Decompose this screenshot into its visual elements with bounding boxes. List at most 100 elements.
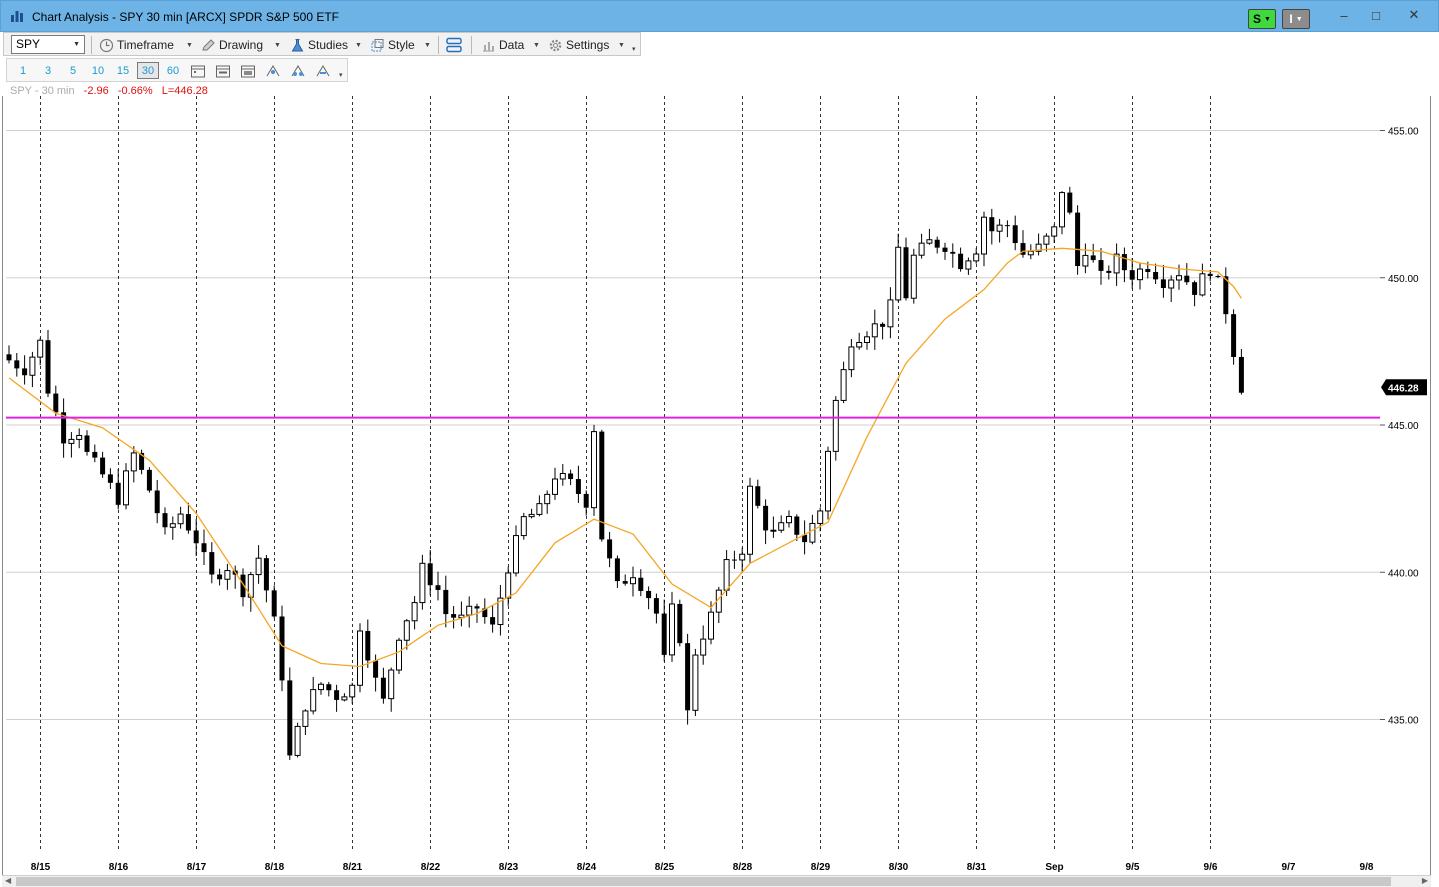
candle-body-up [692, 654, 699, 711]
scroll-right-icon[interactable]: ▶ [1422, 876, 1428, 885]
candle-body-up [559, 472, 566, 480]
bar-chart-icon [483, 41, 494, 51]
scroll-left-icon[interactable]: ◀ [5, 876, 11, 885]
price-axis: 455.00 450.00 445.00 440.00 435.00 [1380, 127, 1419, 727]
candle-body-down [575, 479, 581, 494]
range-chart-icon[interactable] [313, 62, 333, 79]
interval-15-button[interactable]: 15 [112, 62, 134, 79]
candle-body-down [1153, 271, 1159, 280]
candle-body-down [45, 340, 51, 394]
close-button[interactable]: ✕ [1399, 5, 1429, 25]
candle-body-down [568, 473, 574, 480]
candle-body-up [895, 246, 902, 301]
candle-body-down [1145, 269, 1151, 272]
candle-body-up [396, 639, 402, 671]
candle-body-down [614, 558, 620, 582]
scrollbar-thumb[interactable] [16, 877, 1391, 886]
minimize-button[interactable]: – [1329, 5, 1359, 25]
studies-menu[interactable]: Studies [290, 36, 348, 54]
candle-body-up [591, 431, 597, 509]
candle-body-down [84, 435, 90, 452]
date-tick-label: 8/25 [655, 862, 675, 873]
candle-body-down [1184, 275, 1190, 283]
interval-toolbar: 1 3 5 10 15 30 60 ▾ [6, 58, 348, 82]
candle-body-down [989, 217, 995, 232]
studies-label: Studies [308, 38, 349, 52]
candle-body-down [1098, 260, 1104, 271]
candle-body-up [1059, 192, 1065, 228]
chevron-down-icon[interactable]: ▾ [339, 71, 343, 79]
candle-body-up [825, 450, 831, 512]
daily-calendar-icon[interactable] [188, 62, 208, 79]
timeframe-menu[interactable]: Timeframe [99, 36, 174, 54]
candle-body-down [1129, 270, 1135, 280]
maximize-button[interactable]: □ [1361, 5, 1391, 25]
symbol-value: SPY [16, 37, 41, 51]
interval-10-button[interactable]: 10 [87, 62, 109, 79]
candle-body-up [255, 557, 262, 576]
chevron-down-icon: ▼ [424, 42, 431, 49]
candle-body-down [443, 589, 449, 615]
link-s-button[interactable]: S ▼ [1248, 9, 1276, 29]
chevron-down-icon: ▼ [186, 42, 193, 49]
candle-body-down [209, 552, 215, 575]
candle-body-up [1051, 226, 1058, 237]
timeframe-label: Timeframe [117, 38, 174, 52]
candle-body-down [326, 684, 332, 691]
date-tick-label: Sep [1045, 862, 1063, 873]
style-label: Style [388, 38, 415, 52]
candle-body-up [864, 336, 870, 343]
candle-body-up [341, 696, 348, 701]
settings-menu[interactable]: Settings [548, 36, 609, 54]
price-chart[interactable]: 455.00450.00445.00440.00435.00 8/15 8/16 8… [0, 96, 1432, 875]
style-icon [371, 38, 384, 51]
date-tick-label: 8/22 [421, 862, 441, 873]
candle-body-down [1106, 270, 1112, 273]
overflow-caret-icon[interactable]: ▾ [632, 45, 636, 53]
style-menu[interactable]: Style [370, 36, 415, 54]
link-i-button[interactable]: I ▼ [1282, 9, 1310, 29]
interval-5-button[interactable]: 5 [62, 62, 84, 79]
date-tick-label: 9/6 [1204, 862, 1218, 873]
horizontal-scrollbar[interactable]: ◀ ▶ [2, 875, 1431, 887]
candle-body-down [653, 598, 659, 614]
weekly-calendar-icon[interactable] [213, 62, 233, 79]
last-price-tag: 446.28 [1381, 379, 1427, 396]
candle-body-down [958, 253, 964, 270]
candle-body-up [37, 339, 44, 358]
candle-body-up [1082, 254, 1089, 267]
interval-1-button[interactable]: 1 [12, 62, 34, 79]
candle-body-up [747, 485, 753, 555]
candle-body-down [677, 603, 683, 644]
monthly-calendar-icon[interactable] [238, 62, 258, 79]
candle-body-down [365, 631, 371, 661]
candle-body-down [1238, 356, 1244, 393]
candle-body-down [380, 677, 386, 699]
candle-body-up [856, 341, 863, 348]
drawing-menu[interactable]: Drawing [201, 36, 263, 54]
data-menu[interactable]: Data [481, 36, 524, 54]
candle-body-up [965, 260, 972, 270]
interval-30-button[interactable]: 30 [137, 62, 159, 79]
candle-body-up [723, 559, 730, 591]
candle-body-up [840, 369, 847, 401]
date-tick-label: 8/31 [967, 862, 987, 873]
candle-body-down [1067, 192, 1073, 213]
volume-chart-icon[interactable] [288, 62, 308, 79]
panels-button[interactable] [445, 36, 466, 54]
candle-body-up [630, 577, 636, 585]
interval-3-button[interactable]: 3 [37, 62, 59, 79]
symbol-input[interactable]: SPY ▼ [11, 35, 85, 54]
candle-body-up [1199, 273, 1206, 296]
candle-body-down [22, 368, 28, 376]
candle-body-down [435, 585, 441, 590]
candle-body-up [29, 356, 36, 376]
candle-body-down [1223, 276, 1229, 315]
interval-60-button[interactable]: 60 [162, 62, 184, 79]
candle-body-up [700, 638, 707, 656]
date-tick-label: 8/15 [31, 862, 51, 873]
candle-body-up [318, 683, 324, 691]
tick-chart-icon[interactable] [263, 62, 283, 79]
candle-body-up [505, 572, 512, 599]
candle-body-down [451, 614, 457, 618]
